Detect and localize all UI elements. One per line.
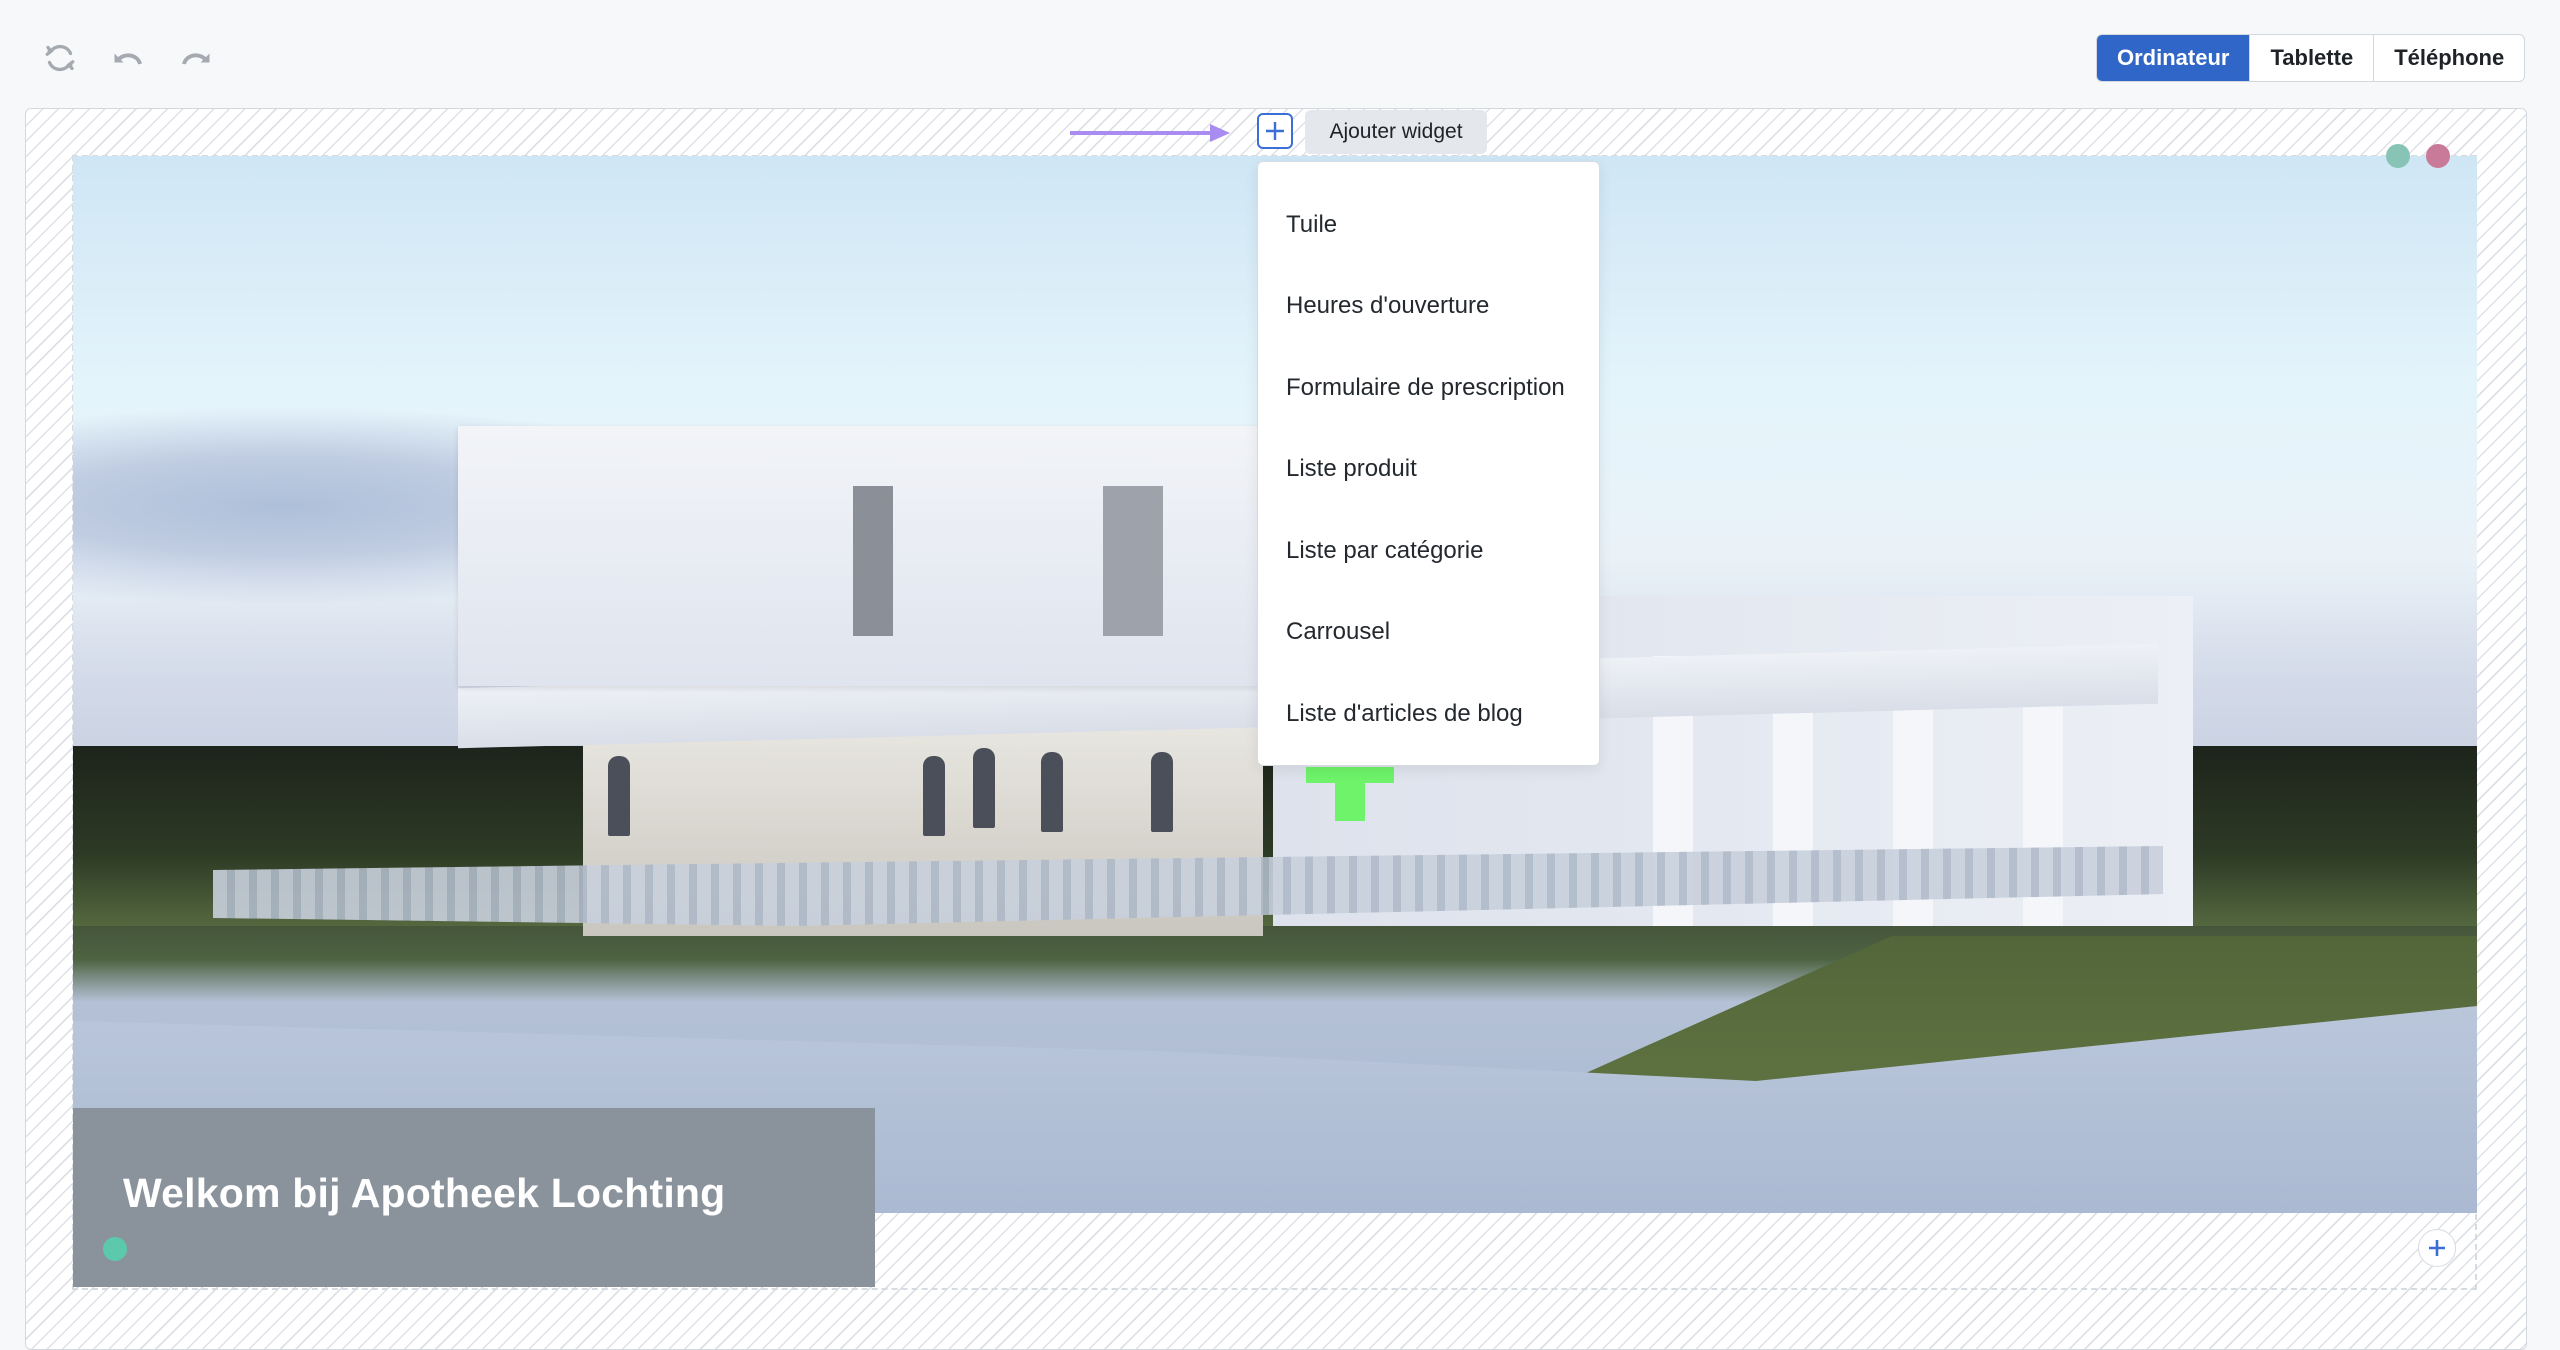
plus-icon (2429, 1240, 2445, 1256)
person-silhouette (973, 748, 995, 828)
arrow-right-icon (1070, 124, 1230, 142)
menu-item-tile[interactable]: Tuile (1258, 184, 1599, 266)
menu-item-blog-list[interactable]: Liste d'articles de blog (1258, 673, 1599, 755)
widget-menu: Tuile Heures d'ouverture Formulaire de p… (1257, 161, 1600, 766)
menu-item-prescription-form[interactable]: Formulaire de prescription (1258, 347, 1599, 429)
add-widget-button[interactable] (1257, 113, 1293, 149)
building-window (1103, 486, 1163, 636)
plus-icon (1266, 122, 1284, 140)
device-tablet-button[interactable]: Tablette (2249, 35, 2373, 81)
device-desktop-button[interactable]: Ordinateur (2097, 35, 2250, 81)
menu-item-product-list[interactable]: Liste produit (1258, 429, 1599, 511)
add-row-button[interactable] (2418, 1229, 2456, 1267)
caption-status-dot[interactable] (103, 1237, 127, 1261)
add-widget-tooltip: Ajouter widget (1305, 110, 1487, 154)
redo-icon[interactable] (176, 38, 216, 78)
building-window (853, 486, 893, 636)
menu-item-opening-hours[interactable]: Heures d'ouverture (1258, 266, 1599, 348)
pharmacy-cross-icon (1306, 767, 1394, 821)
status-dot-green[interactable] (2386, 144, 2410, 168)
hero-caption[interactable]: Welkom bij Apotheek Lochting (73, 1108, 875, 1287)
device-phone-button[interactable]: Téléphone (2373, 35, 2524, 81)
person-silhouette (1041, 752, 1063, 832)
undo-icon[interactable] (108, 38, 148, 78)
menu-item-category-list[interactable]: Liste par catégorie (1258, 510, 1599, 592)
refresh-icon[interactable] (40, 38, 80, 78)
status-dot-pink[interactable] (2426, 144, 2450, 168)
person-silhouette (923, 756, 945, 836)
device-switch: Ordinateur Tablette Téléphone (2096, 34, 2526, 82)
person-silhouette (1151, 752, 1173, 832)
hero-title: Welkom bij Apotheek Lochting (123, 1170, 726, 1216)
menu-item-carousel[interactable]: Carrousel (1258, 592, 1599, 674)
person-silhouette (608, 756, 630, 836)
